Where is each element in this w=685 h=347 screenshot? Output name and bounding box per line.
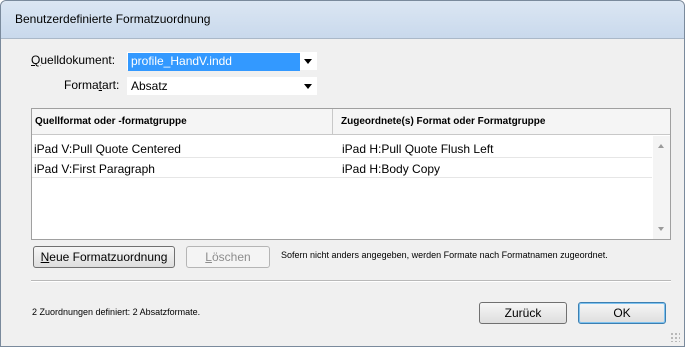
separator [31, 280, 671, 282]
source-document-value: profile_HandV.indd [131, 54, 232, 68]
scroll-up-icon[interactable] [658, 144, 664, 148]
scroll-down-icon[interactable] [658, 227, 664, 231]
source-format-cell[interactable]: iPad V:Pull Quote Centered [34, 142, 181, 156]
source-format-cell[interactable]: iPad V:First Paragraph [34, 162, 155, 176]
dropdown-arrow-icon [304, 59, 312, 64]
table-row[interactable]: iPad V:First Paragraph iPad H:Body Copy [32, 159, 652, 178]
title-bar: Benutzerdefinierte Formatzuordnung [1, 1, 684, 39]
format-type-label: Formatart: [64, 78, 120, 92]
table-header: Quellformat oder -formatgruppe Zugeordne… [32, 109, 670, 135]
back-button[interactable]: Zurück [479, 302, 567, 324]
table-row[interactable]: iPad V:Pull Quote Centered iPad H:Pull Q… [32, 139, 652, 158]
format-type-dropdown[interactable]: Absatz [127, 77, 317, 95]
new-mapping-button[interactable]: Neue Formatzuordnung [33, 246, 175, 268]
dropdown-arrow-icon [304, 84, 312, 89]
ok-button[interactable]: OK [578, 302, 666, 324]
column-header-source[interactable]: Quellformat oder -formatgruppe [35, 116, 187, 127]
delete-button[interactable]: Löschen [186, 246, 270, 268]
format-type-value: Absatz [131, 79, 168, 93]
target-format-cell[interactable]: iPad H:Pull Quote Flush Left [342, 142, 493, 156]
vertical-scrollbar[interactable] [653, 136, 670, 239]
dialog-window: Benutzerdefinierte Formatzuordnung Quell… [0, 0, 685, 347]
resize-grip-icon[interactable] [670, 332, 680, 342]
info-note: Sofern nicht anders angegeben, werden Fo… [281, 250, 608, 260]
source-document-dropdown[interactable]: profile_HandV.indd [127, 52, 317, 71]
column-header-target[interactable]: Zugeordnete(s) Format oder Formatgruppe [341, 116, 545, 127]
status-text: 2 Zuordnungen definiert: 2 Absatzformate… [32, 307, 201, 317]
window-title: Benutzerdefinierte Formatzuordnung [15, 12, 211, 26]
source-document-label: Quelldokument: [31, 53, 116, 67]
target-format-cell[interactable]: iPad H:Body Copy [342, 162, 440, 176]
mapping-table[interactable]: Quellformat oder -formatgruppe Zugeordne… [31, 108, 671, 240]
